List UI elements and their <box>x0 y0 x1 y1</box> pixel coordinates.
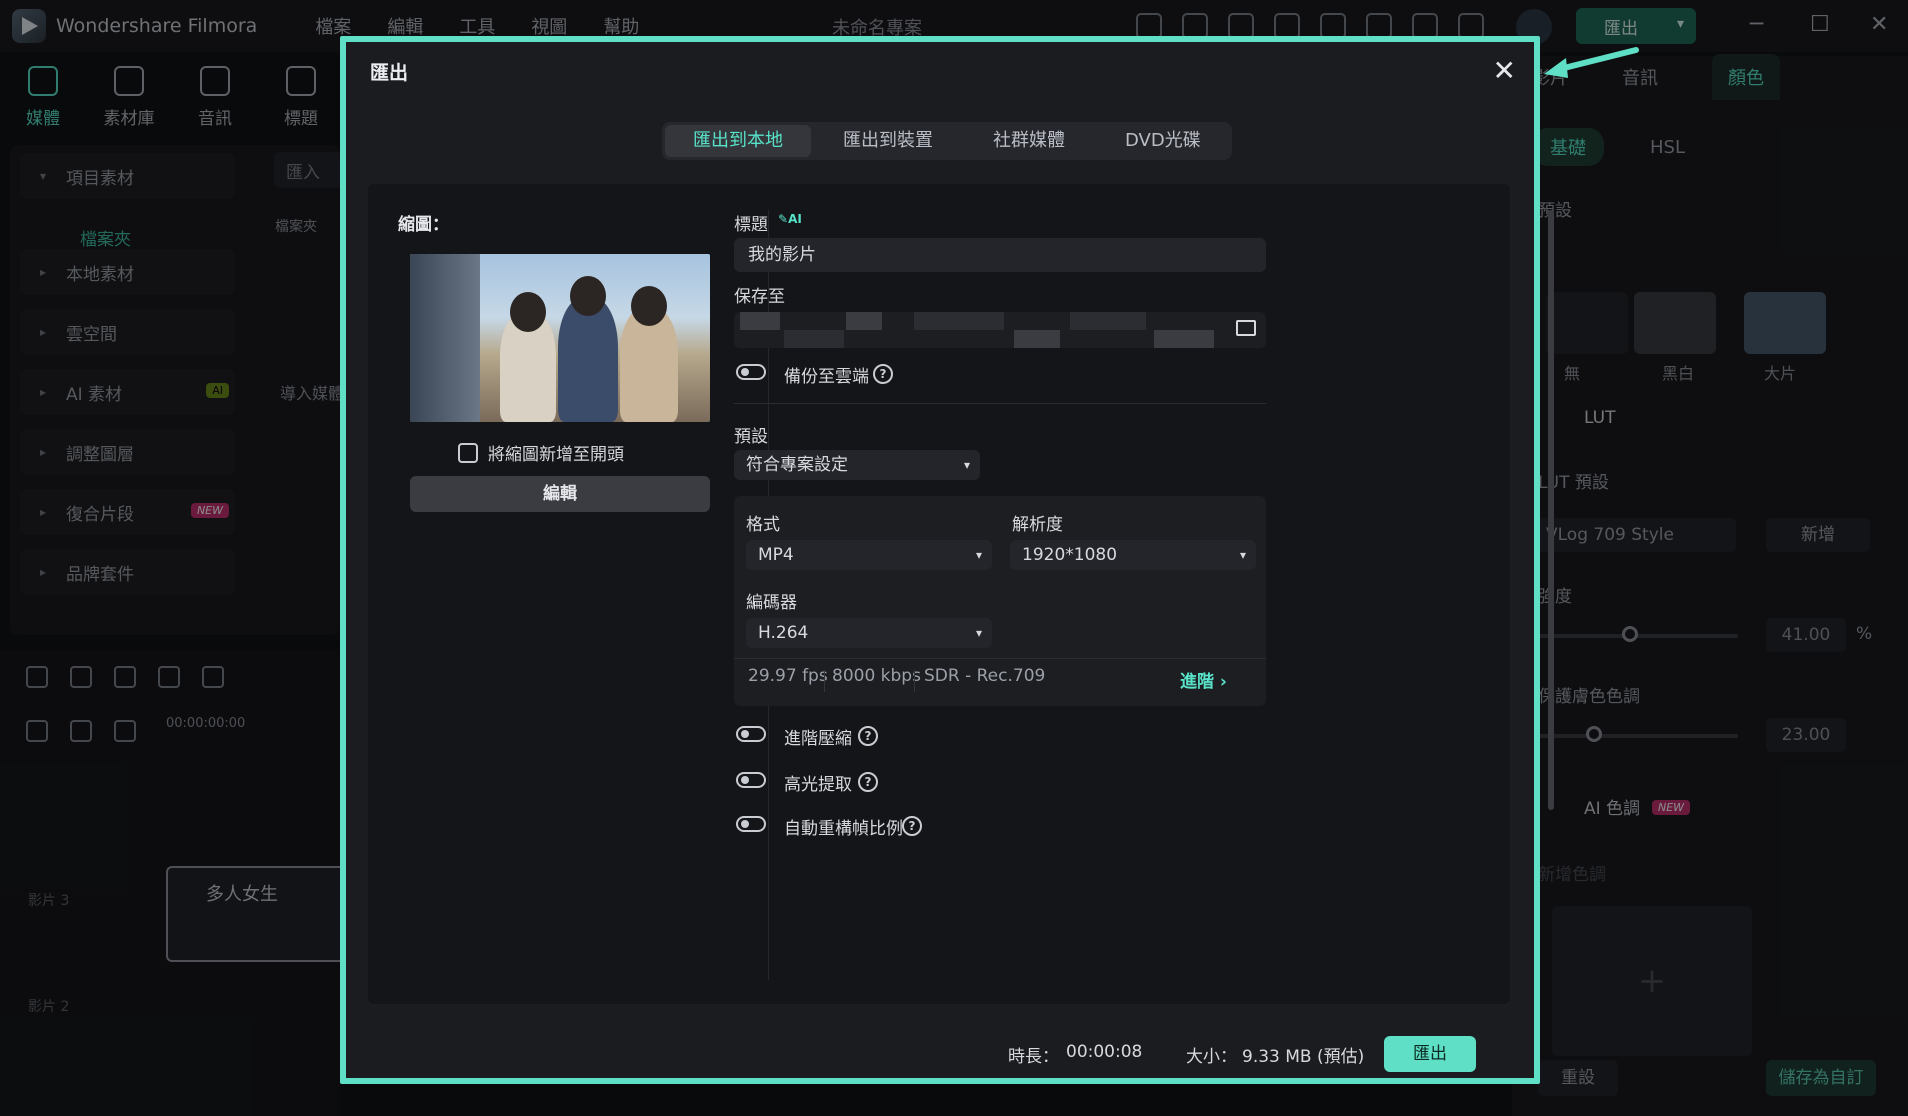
folder-icon[interactable] <box>1236 320 1256 336</box>
chevron-down-icon: ▾ <box>975 548 982 562</box>
title-input[interactable]: 我的影片 <box>734 238 1266 272</box>
close-icon[interactable]: ✕ <box>1493 54 1516 87</box>
format-dropdown[interactable]: MP4 ▾ <box>746 540 992 570</box>
add-thumbnail-label: 將縮圖新增至開頭 <box>488 445 624 465</box>
auto-reframe-label: 自動重構幀比例 <box>784 819 903 839</box>
backup-cloud-label: 備份至雲端 <box>784 367 869 387</box>
resolution-label: 解析度 <box>1012 515 1063 535</box>
help-icon[interactable]: ? <box>873 364 893 384</box>
encoder-dropdown[interactable]: H.264 ▾ <box>746 618 992 648</box>
bitrate-text: 8000 kbps <box>832 666 921 686</box>
tab-export-dvd[interactable]: DVD光碟 <box>1097 125 1229 157</box>
add-thumbnail-checkbox[interactable] <box>458 442 478 463</box>
advanced-compress-label: 進階壓縮 <box>784 729 852 749</box>
resolution-dropdown[interactable]: 1920*1080 ▾ <box>1010 540 1256 570</box>
thumbnail-person-2 <box>558 276 618 422</box>
dialog-scrollbar[interactable] <box>1548 210 1554 810</box>
export-settings-panel: 縮圖： 將縮圖新增至開頭 編輯 標題 ✎AI 我的影片 保存至 備份至雲端 ? … <box>368 184 1510 1004</box>
highlight-label: 高光提取 <box>784 775 852 795</box>
backup-cloud-toggle[interactable] <box>736 364 766 380</box>
format-value: MP4 <box>758 545 794 565</box>
annotation-arrow-icon <box>1544 47 1639 78</box>
encoder-label: 編碼器 <box>746 593 797 613</box>
help-icon[interactable]: ? <box>902 816 922 836</box>
encoder-value: H.264 <box>758 623 809 643</box>
duration-value: 00:00:08 <box>1066 1042 1143 1062</box>
chevron-down-icon: ▾ <box>1239 548 1246 562</box>
dialog-title: 匯出 <box>370 62 409 84</box>
advanced-settings-link[interactable]: 進階 › <box>1180 667 1227 692</box>
thumbnail-image <box>410 254 710 422</box>
fps-text: 29.97 fps <box>748 666 828 686</box>
export-destination-tabs: 匯出到本地 匯出到裝置 社群媒體 DVD光碟 <box>662 122 1232 160</box>
edit-thumbnail-button[interactable]: 編輯 <box>410 476 710 512</box>
advanced-compress-toggle[interactable] <box>736 726 766 742</box>
highlight-toggle[interactable] <box>736 772 766 788</box>
preset-dropdown-value: 符合專案設定 <box>746 455 848 475</box>
tab-export-social[interactable]: 社群媒體 <box>965 125 1093 157</box>
ai-tag: AI <box>788 212 802 226</box>
size-label: 大小： <box>1186 1047 1237 1067</box>
chevron-down-icon: ▾ <box>963 458 970 472</box>
help-icon[interactable]: ? <box>858 772 878 792</box>
thumbnail-person-3 <box>620 286 678 422</box>
duration-label: 時長： <box>1008 1047 1059 1067</box>
ai-write-icon[interactable]: ✎AI <box>778 212 808 232</box>
export-button[interactable]: 匯出 <box>1384 1036 1476 1072</box>
chevron-down-icon: ▾ <box>975 626 982 640</box>
export-dialog: 匯出 ✕ 匯出到本地 匯出到裝置 社群媒體 DVD光碟 縮圖： 將縮圖新增至開頭… <box>340 36 1554 1084</box>
preset-label: 預設 <box>734 427 768 447</box>
size-value: 9.33 MB (預估) <box>1242 1047 1365 1067</box>
filmora-window: Wondershare Filmora 檔案 編輯 工具 視圖 幫助 未命名專案… <box>0 0 1908 1116</box>
thumbnail-person-1 <box>500 292 556 422</box>
save-to-label: 保存至 <box>734 287 785 307</box>
chevron-right-icon: › <box>1219 672 1227 692</box>
color-space-text: SDR - Rec.709 <box>924 666 1046 686</box>
thumbnail-label: 縮圖： <box>398 215 449 235</box>
title-label: 標題 <box>734 215 768 235</box>
save-path-field[interactable] <box>734 312 1266 348</box>
thumbnail-building <box>410 254 480 422</box>
auto-reframe-toggle[interactable] <box>736 816 766 832</box>
help-icon[interactable]: ? <box>858 726 878 746</box>
add-thumbnail-row: 將縮圖新增至開頭 <box>458 440 624 465</box>
format-divider <box>734 658 1266 659</box>
resolution-value: 1920*1080 <box>1022 545 1118 565</box>
section-divider <box>734 403 1266 404</box>
format-panel: 格式 MP4 ▾ 解析度 1920*1080 ▾ 編碼器 H.264 ▾ 29.… <box>734 496 1266 706</box>
format-label: 格式 <box>746 515 780 535</box>
tab-export-local[interactable]: 匯出到本地 <box>665 125 811 157</box>
advanced-label: 進階 <box>1180 672 1214 692</box>
tab-export-device[interactable]: 匯出到裝置 <box>815 125 961 157</box>
preset-dropdown[interactable]: 符合專案設定 ▾ <box>734 450 980 480</box>
